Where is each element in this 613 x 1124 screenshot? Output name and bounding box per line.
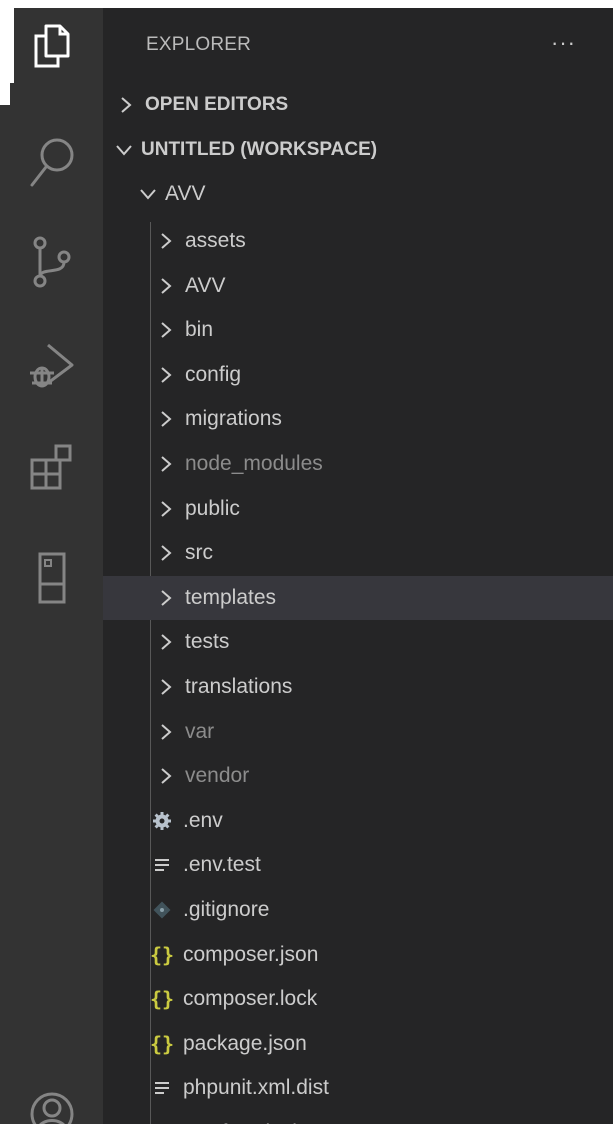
file-item[interactable]: symfony.lock	[103, 1111, 613, 1124]
section-workspace[interactable]: UNTITLED (WORKSPACE)	[103, 130, 613, 170]
json-icon: {}	[149, 942, 175, 967]
extensions-icon[interactable]	[0, 436, 103, 496]
folder-item[interactable]: templates	[103, 575, 613, 620]
chevron-right-icon	[159, 500, 185, 518]
chevron-right-icon	[159, 455, 185, 473]
vscode-window: EXPLORER ··· OPEN EDITORS UNTITLED (WORK…	[0, 0, 613, 1124]
folder-item[interactable]: config	[103, 353, 613, 397]
section-open-editors[interactable]: OPEN EDITORS	[103, 85, 613, 125]
screenshot-border	[0, 0, 613, 8]
folder-label: AVV	[165, 182, 206, 205]
chevron-right-icon	[159, 767, 185, 785]
folder-label: node_modules	[185, 452, 323, 475]
chevron-down-icon	[139, 187, 165, 201]
file-label: composer.json	[183, 942, 319, 966]
folder-label: var	[185, 719, 215, 743]
chevron-right-icon	[159, 633, 185, 651]
chevron-right-icon	[119, 96, 145, 114]
lines-icon	[149, 857, 175, 873]
file-label: .env	[183, 808, 223, 832]
chevron-right-icon	[159, 232, 185, 250]
json-icon: {}	[149, 1031, 175, 1056]
folder-item[interactable]: public	[103, 487, 613, 531]
folder-label: tests	[185, 630, 230, 654]
folder-label: templates	[185, 585, 277, 609]
more-actions-button[interactable]: ···	[551, 30, 576, 56]
file-label: .gitignore	[183, 898, 270, 921]
chevron-right-icon	[159, 723, 185, 741]
folder-label: migrations	[185, 407, 282, 431]
tree-root-folder[interactable]: AVV	[103, 172, 613, 216]
file-label: composer.lock	[183, 987, 318, 1011]
file-item[interactable]: .gitignore	[103, 888, 613, 932]
folder-item[interactable]: vendor	[103, 754, 613, 798]
json-icon: {}	[149, 987, 175, 1012]
folder-item[interactable]: bin	[103, 308, 613, 352]
folder-label: public	[185, 496, 240, 520]
source-control-icon[interactable]	[0, 232, 103, 292]
chevron-right-icon	[159, 277, 185, 295]
folder-item[interactable]: src	[103, 531, 613, 575]
folder-label: src	[185, 541, 213, 565]
explorer-title: EXPLORER	[146, 34, 252, 55]
folder-item[interactable]: AVV	[103, 264, 613, 308]
chevron-right-icon	[159, 678, 185, 696]
chevron-right-icon	[159, 589, 185, 607]
file-item[interactable]: {} package.json	[103, 1022, 613, 1066]
file-label: phpunit.xml.dist	[183, 1076, 329, 1100]
folder-label: vendor	[185, 764, 250, 788]
file-label: .env.test	[183, 853, 261, 877]
explorer-icon[interactable]	[0, 16, 103, 76]
folder-item[interactable]: assets	[103, 219, 613, 263]
folder-label: config	[185, 362, 242, 386]
folder-item[interactable]: translations	[103, 665, 613, 709]
run-debug-icon[interactable]	[0, 336, 103, 396]
file-item[interactable]: phpunit.xml.dist	[103, 1066, 613, 1110]
lines-icon	[149, 1080, 175, 1096]
file-item[interactable]: .env.test	[103, 843, 613, 887]
git-icon	[149, 901, 175, 919]
account-icon[interactable]	[0, 1084, 103, 1124]
folder-item[interactable]: migrations	[103, 397, 613, 441]
folder-item[interactable]: var	[103, 710, 613, 754]
chevron-right-icon	[159, 410, 185, 428]
file-label: package.json	[183, 1031, 307, 1055]
chevron-right-icon	[159, 544, 185, 562]
section-label: OPEN EDITORS	[145, 94, 289, 115]
folder-label: translations	[185, 675, 293, 698]
chevron-right-icon	[159, 321, 185, 339]
section-label: UNTITLED (WORKSPACE)	[141, 139, 378, 160]
gear-icon	[149, 811, 175, 831]
folder-label: assets	[185, 229, 246, 252]
folder-item[interactable]: node_modules	[103, 442, 613, 486]
folder-label: AVV	[185, 273, 226, 297]
folder-item[interactable]: tests	[103, 620, 613, 664]
remote-explorer-icon[interactable]	[0, 548, 103, 608]
folder-label: bin	[185, 318, 214, 342]
explorer-sidebar: EXPLORER ··· OPEN EDITORS UNTITLED (WORK…	[103, 8, 613, 1124]
search-icon[interactable]	[0, 132, 103, 192]
chevron-down-icon	[115, 143, 141, 157]
file-item[interactable]: .env	[103, 799, 613, 843]
file-item[interactable]: {} composer.json	[103, 933, 613, 977]
file-item[interactable]: {} composer.lock	[103, 977, 613, 1021]
chevron-right-icon	[159, 366, 185, 384]
